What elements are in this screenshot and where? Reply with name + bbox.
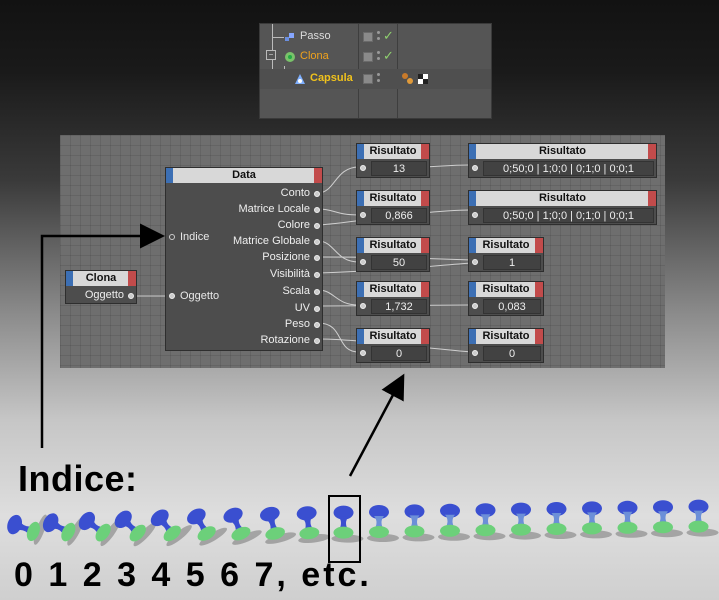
clone-capsule <box>580 501 612 539</box>
clone-capsule <box>544 502 577 539</box>
highlighted-clone-box <box>328 495 361 563</box>
clone-capsule <box>367 505 399 542</box>
clone-capsule <box>473 503 506 541</box>
clone-capsule <box>509 502 541 540</box>
clone-capsule <box>223 507 262 545</box>
clone-capsule <box>615 500 648 538</box>
clone-capsule <box>260 506 297 544</box>
caption-index-numbers: 0 1 2 3 4 5 6 7, etc. <box>14 556 372 594</box>
clone-capsule <box>150 509 192 547</box>
caption-title: Indice: <box>18 458 138 499</box>
clone-capsule <box>438 503 470 541</box>
clone-capsule <box>187 508 228 546</box>
clone-capsule <box>296 506 330 544</box>
clone-capsule <box>114 510 157 547</box>
clone-capsule <box>7 514 48 545</box>
clone-capsule <box>651 500 683 538</box>
clone-capsule <box>402 504 435 542</box>
clone-capsule <box>686 499 719 537</box>
